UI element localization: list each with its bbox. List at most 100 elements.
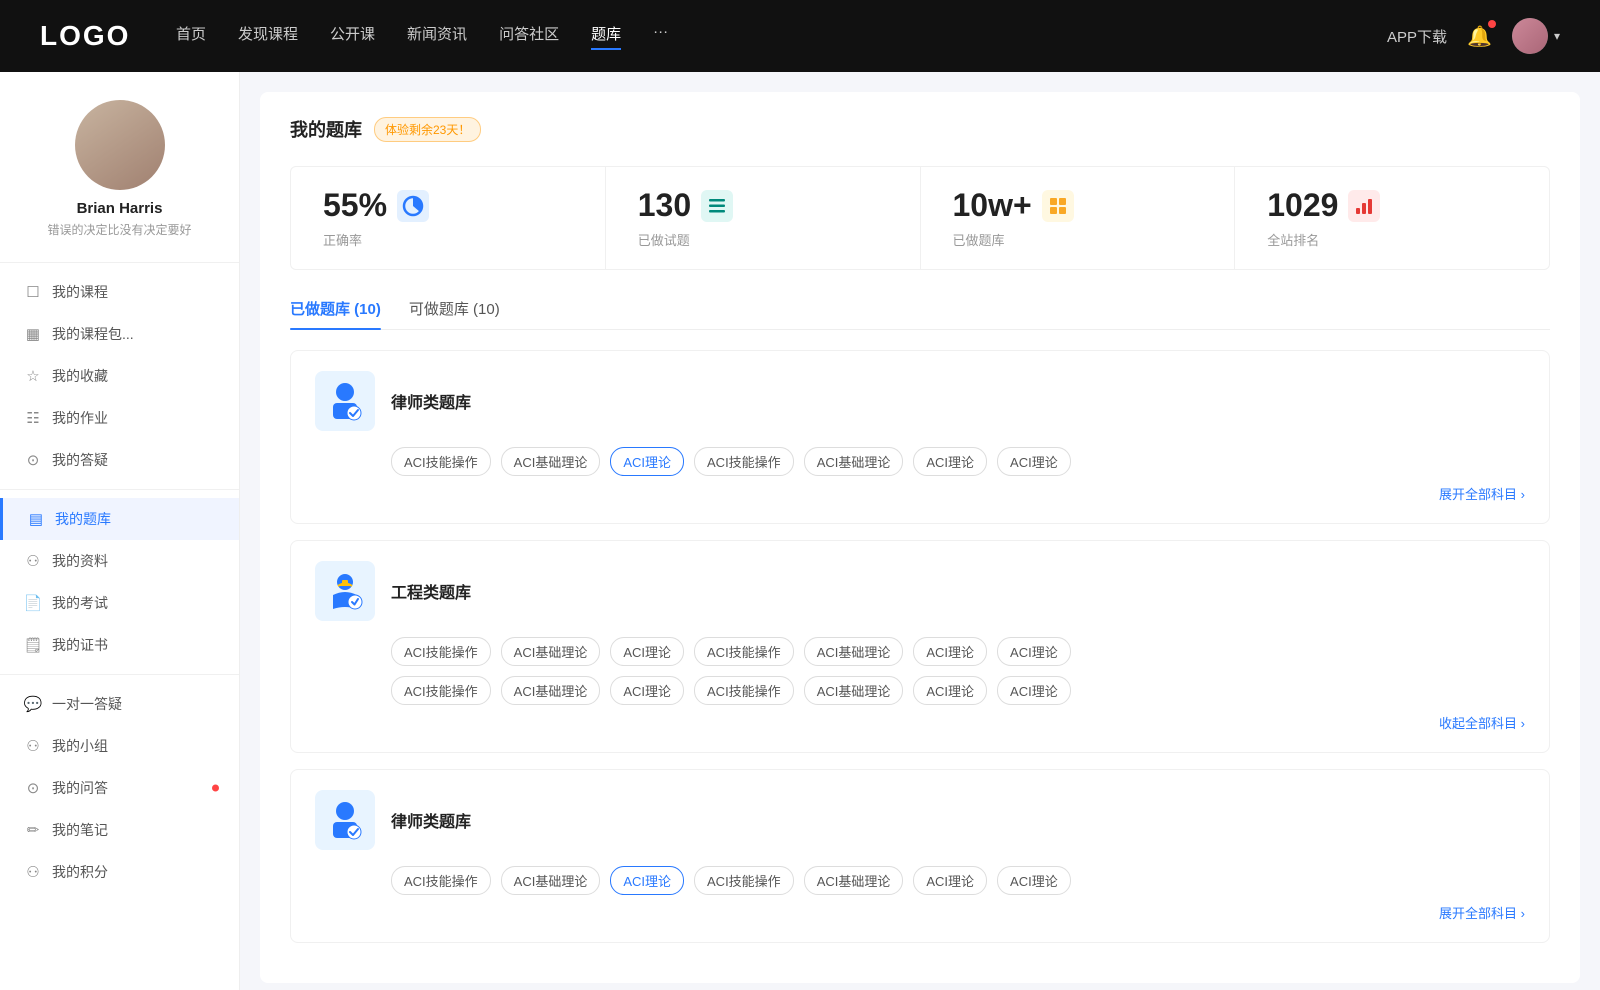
sidebar-item-certificate[interactable]: 🗒 我的证书 bbox=[0, 624, 239, 666]
stat-icon-accuracy bbox=[397, 190, 429, 222]
app-download-button[interactable]: APP下载 bbox=[1387, 26, 1447, 47]
tag-2-7[interactable]: ACI理论 bbox=[997, 637, 1071, 666]
stats-row: 55% 正确率 130 bbox=[290, 166, 1550, 270]
tag-3-7[interactable]: ACI理论 bbox=[997, 866, 1071, 895]
tag-2-11[interactable]: ACI技能操作 bbox=[694, 676, 794, 705]
tab-available-banks[interactable]: 可做题库 (10) bbox=[409, 298, 500, 329]
notification-badge bbox=[1488, 20, 1496, 28]
homework-icon: ☷ bbox=[24, 409, 42, 427]
sidebar-item-question-bank[interactable]: ▤ 我的题库 bbox=[0, 498, 239, 540]
sidebar-item-favorites[interactable]: ☆ 我的收藏 bbox=[0, 355, 239, 397]
group-icon: ⚇ bbox=[24, 737, 42, 755]
sidebar-item-my-notes[interactable]: ✏ 我的笔记 bbox=[0, 809, 239, 851]
subject-tags-lawyer-1: ACI技能操作 ACI基础理论 ACI理论 ACI技能操作 ACI基础理论 AC… bbox=[391, 447, 1525, 476]
tag-2-4[interactable]: ACI技能操作 bbox=[694, 637, 794, 666]
user-avatar-menu[interactable]: ▾ bbox=[1512, 18, 1560, 54]
sidebar-item-label: 我的收藏 bbox=[52, 366, 108, 386]
tag-2-2[interactable]: ACI基础理论 bbox=[501, 637, 601, 666]
nav-more[interactable]: ··· bbox=[653, 23, 668, 50]
stat-icon-done bbox=[701, 190, 733, 222]
collapse-link-2[interactable]: 收起全部科目 › bbox=[315, 713, 1525, 732]
lawyer-icon-svg-3 bbox=[323, 798, 367, 842]
document-icon: ☐ bbox=[24, 283, 42, 301]
tabs: 已做题库 (10) 可做题库 (10) bbox=[290, 298, 1550, 330]
bank-card-lawyer-3: 律师类题库 ACI技能操作 ACI基础理论 ACI理论 ACI技能操作 ACI基… bbox=[290, 769, 1550, 943]
stat-done-banks: 10w+ 已做题库 bbox=[921, 167, 1236, 269]
sidebar-item-one-on-one[interactable]: 💬 一对一答疑 bbox=[0, 683, 239, 725]
tag-2-8[interactable]: ACI技能操作 bbox=[391, 676, 491, 705]
expand-link-3[interactable]: 展开全部科目 › bbox=[315, 903, 1525, 922]
tag-3-1[interactable]: ACI技能操作 bbox=[391, 866, 491, 895]
person-icon: ⚇ bbox=[24, 552, 42, 570]
sidebar-item-label: 我的答疑 bbox=[52, 450, 108, 470]
tag-3-2[interactable]: ACI基础理论 bbox=[501, 866, 601, 895]
main-content: 我的题库 体验剩余23天！ 55% bbox=[240, 72, 1600, 990]
list-icon bbox=[707, 196, 727, 216]
sidebar-item-points[interactable]: ⚇ 我的积分 bbox=[0, 851, 239, 893]
tag-1-3[interactable]: ACI理论 bbox=[610, 447, 684, 476]
sidebar-item-my-questions[interactable]: ⊙ 我的答疑 bbox=[0, 439, 239, 481]
sidebar-item-my-data[interactable]: ⚇ 我的资料 bbox=[0, 540, 239, 582]
sidebar-item-my-exam[interactable]: 📄 我的考试 bbox=[0, 582, 239, 624]
profile-motto: 错误的决定比没有决定要好 bbox=[47, 221, 191, 238]
tag-2-1[interactable]: ACI技能操作 bbox=[391, 637, 491, 666]
nav-news[interactable]: 新闻资讯 bbox=[407, 23, 467, 50]
tag-1-7[interactable]: ACI理论 bbox=[997, 447, 1071, 476]
sidebar-item-my-group[interactable]: ⚇ 我的小组 bbox=[0, 725, 239, 767]
sidebar-item-label: 我的积分 bbox=[52, 862, 108, 882]
sidebar-item-my-courses[interactable]: ☐ 我的课程 bbox=[0, 271, 239, 313]
stat-value-done: 130 bbox=[638, 187, 691, 224]
tag-2-3[interactable]: ACI理论 bbox=[610, 637, 684, 666]
nav-home[interactable]: 首页 bbox=[176, 23, 206, 50]
sidebar-item-label: 我的课程包... bbox=[52, 324, 134, 344]
question-icon: ⊙ bbox=[24, 451, 42, 469]
tag-1-5[interactable]: ACI基础理论 bbox=[804, 447, 904, 476]
pie-chart-icon bbox=[402, 195, 424, 217]
tag-1-4[interactable]: ACI技能操作 bbox=[694, 447, 794, 476]
tag-2-6[interactable]: ACI理论 bbox=[913, 637, 987, 666]
tag-3-5[interactable]: ACI基础理论 bbox=[804, 866, 904, 895]
engineer-bank-icon bbox=[315, 561, 375, 621]
notification-bell[interactable]: 🔔 bbox=[1467, 24, 1492, 49]
tab-done-banks[interactable]: 已做题库 (10) bbox=[290, 298, 381, 329]
expand-link-1[interactable]: 展开全部科目 › bbox=[315, 484, 1525, 503]
stat-accuracy: 55% 正确率 bbox=[291, 167, 606, 269]
nav-question-bank[interactable]: 题库 bbox=[591, 23, 621, 50]
sidebar-item-homework[interactable]: ☷ 我的作业 bbox=[0, 397, 239, 439]
main-layout: Brian Harris 错误的决定比没有决定要好 ☐ 我的课程 ▦ 我的课程包… bbox=[0, 72, 1600, 990]
stat-top-ranking: 1029 bbox=[1267, 187, 1380, 224]
nav-discover[interactable]: 发现课程 bbox=[238, 23, 298, 50]
tag-3-3[interactable]: ACI理论 bbox=[610, 866, 684, 895]
nav-open-course[interactable]: 公开课 bbox=[330, 23, 375, 50]
tag-2-5[interactable]: ACI基础理论 bbox=[804, 637, 904, 666]
tag-2-13[interactable]: ACI理论 bbox=[913, 676, 987, 705]
bank-card-header-3: 律师类题库 bbox=[315, 790, 1525, 850]
nav-qa[interactable]: 问答社区 bbox=[499, 23, 559, 50]
chevron-down-icon: ▾ bbox=[1554, 29, 1560, 43]
sidebar-item-label: 我的题库 bbox=[55, 509, 111, 529]
profile-avatar-image bbox=[75, 100, 165, 190]
star-icon: ☆ bbox=[24, 367, 42, 385]
trial-badge: 体验剩余23天！ bbox=[374, 117, 481, 142]
sidebar-item-my-answers[interactable]: ⊙ 我的问答 bbox=[0, 767, 239, 809]
sidebar-divider bbox=[0, 262, 239, 263]
tag-2-9[interactable]: ACI基础理论 bbox=[501, 676, 601, 705]
tag-3-4[interactable]: ACI技能操作 bbox=[694, 866, 794, 895]
content-inner: 我的题库 体验剩余23天！ 55% bbox=[260, 92, 1580, 983]
bank-card-engineer: 工程类题库 ACI技能操作 ACI基础理论 ACI理论 ACI技能操作 ACI基… bbox=[290, 540, 1550, 753]
subject-tags-engineer-row2: ACI技能操作 ACI基础理论 ACI理论 ACI技能操作 ACI基础理论 AC… bbox=[391, 676, 1525, 705]
stat-value-ranking: 1029 bbox=[1267, 187, 1338, 224]
stat-label-done: 已做试题 bbox=[638, 230, 690, 249]
sidebar-item-label: 我的证书 bbox=[52, 635, 108, 655]
sidebar-item-course-package[interactable]: ▦ 我的课程包... bbox=[0, 313, 239, 355]
tag-1-2[interactable]: ACI基础理论 bbox=[501, 447, 601, 476]
tag-2-14[interactable]: ACI理论 bbox=[997, 676, 1071, 705]
tag-2-12[interactable]: ACI基础理论 bbox=[804, 676, 904, 705]
bank-card-header-2: 工程类题库 bbox=[315, 561, 1525, 621]
tag-3-6[interactable]: ACI理论 bbox=[913, 866, 987, 895]
sidebar-item-label: 我的问答 bbox=[52, 778, 108, 798]
tag-1-1[interactable]: ACI技能操作 bbox=[391, 447, 491, 476]
tag-1-6[interactable]: ACI理论 bbox=[913, 447, 987, 476]
tag-2-10[interactable]: ACI理论 bbox=[610, 676, 684, 705]
top-navigation: LOGO 首页 发现课程 公开课 新闻资讯 问答社区 题库 ··· APP下载 … bbox=[0, 0, 1600, 72]
